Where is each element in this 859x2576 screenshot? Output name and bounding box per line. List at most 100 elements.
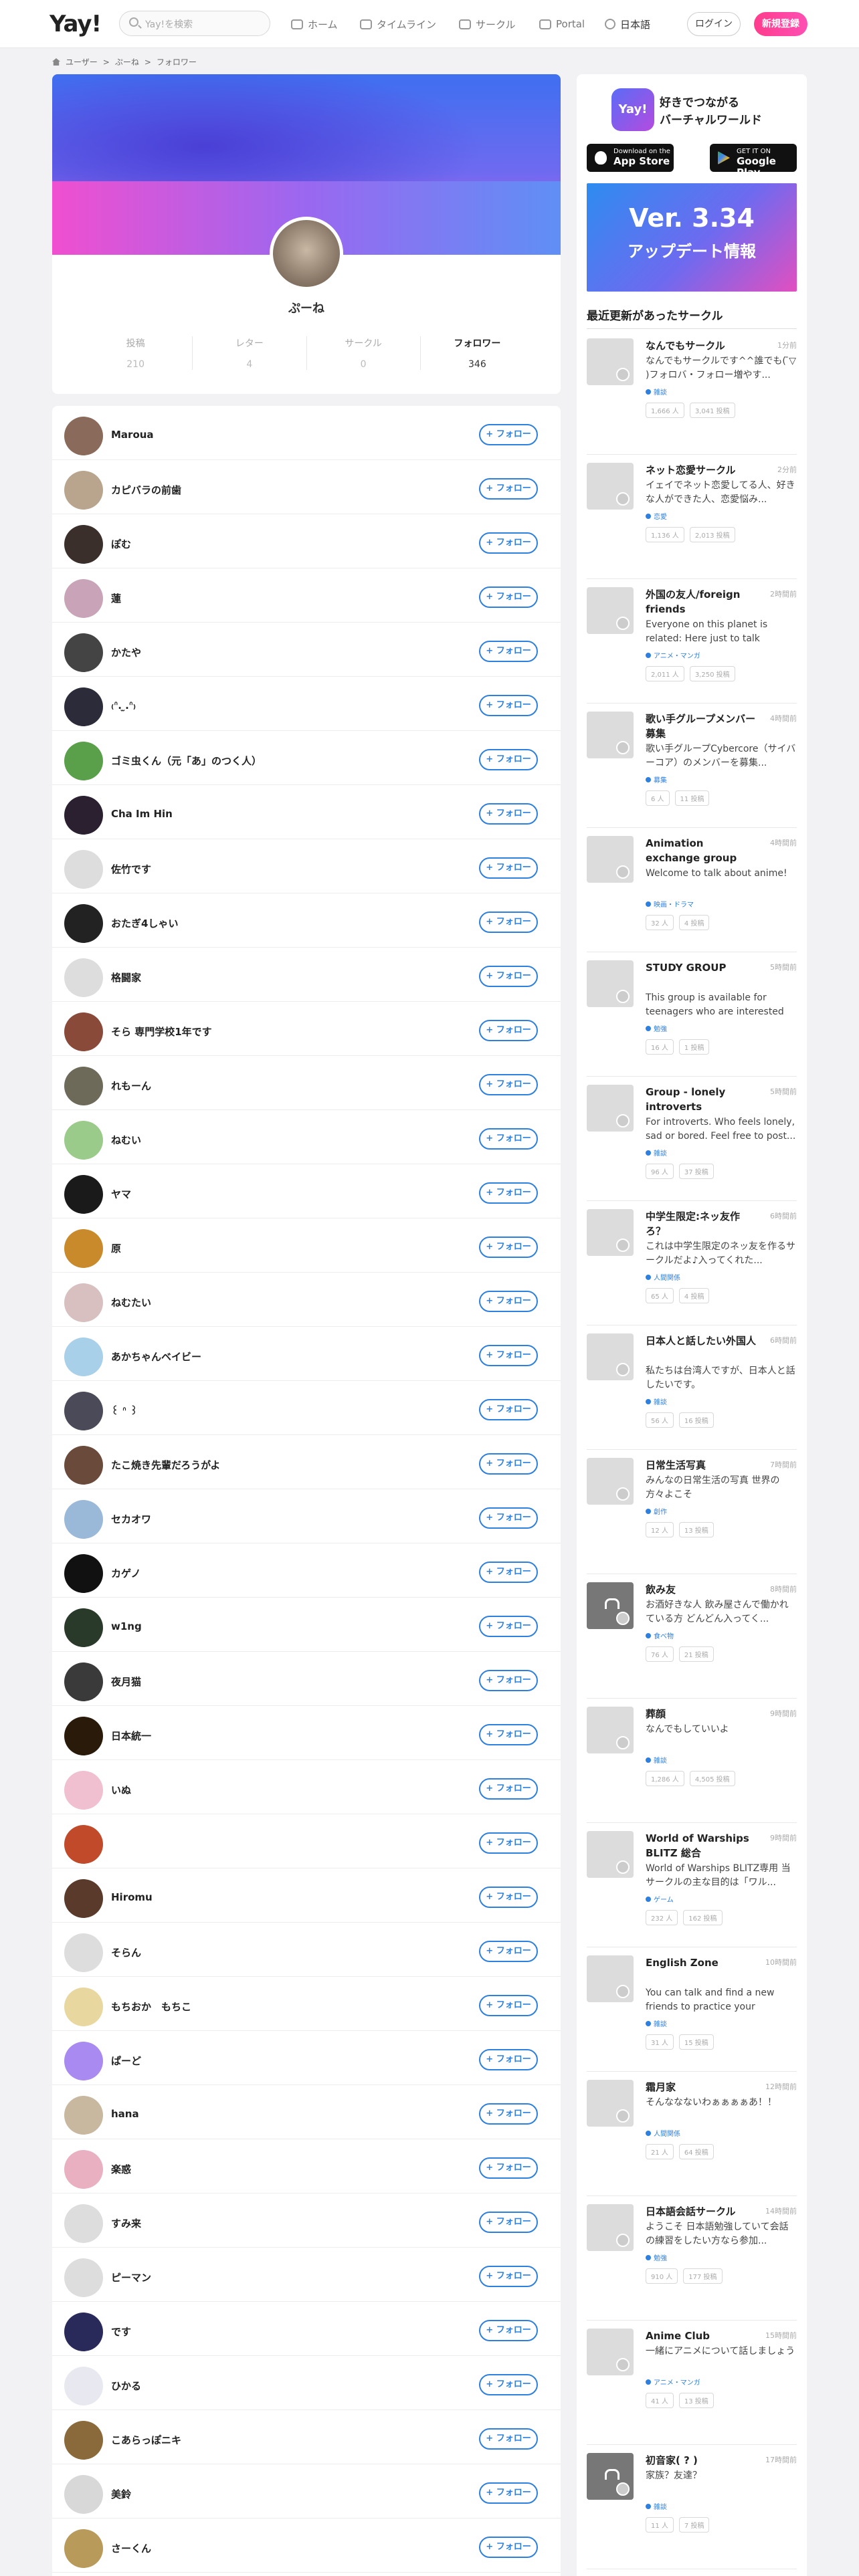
language-select[interactable]: 日本語 [605, 16, 650, 32]
follow-button[interactable]: + フォロー [479, 1453, 538, 1475]
follower-row[interactable]: そら 専門学校1年です + フォロー [52, 1002, 561, 1056]
follow-button[interactable]: + フォロー [479, 1670, 538, 1691]
google-play-button[interactable]: GET IT ON Google Play [710, 144, 797, 178]
follow-button[interactable]: + フォロー [479, 2537, 538, 2558]
follower-name[interactable]: 原 [111, 1241, 121, 1255]
circle-title[interactable]: 葬顔 [646, 1707, 758, 1721]
circle-thumbnail[interactable] [587, 587, 634, 634]
follower-row[interactable]: ひかる + フォロー [52, 2356, 561, 2410]
follower-name[interactable]: かたや [111, 645, 141, 659]
follow-button[interactable]: + フォロー [479, 478, 538, 500]
circle-card[interactable]: Animation exchange group 4時間前 Welcome to t… [587, 828, 797, 952]
follower-row[interactable]: 夜月猫 + フォロー [52, 1652, 561, 1706]
circle-card[interactable]: 外国の友人/foreign friends 2時間前 Everyone on thi… [587, 579, 797, 704]
avatar[interactable] [64, 1879, 103, 1918]
follower-row[interactable]: ピーマン + フォロー [52, 2248, 561, 2302]
circle-title[interactable]: 初音家( ? ) [646, 2453, 758, 2468]
follow-button[interactable]: + フォロー [479, 424, 538, 445]
follower-name[interactable]: ピーマン [111, 2270, 151, 2284]
circle-thumbnail[interactable] [587, 1582, 634, 1629]
circle-title[interactable]: World of Warships BLITZ 総合 [646, 1831, 758, 1860]
follow-button[interactable]: + フォロー [479, 695, 538, 716]
circle-card[interactable]: Anime Club 15時間前 一緒にアニメについて話しましょう アニメ・マンガ 41… [587, 2321, 797, 2445]
avatar[interactable] [64, 2475, 103, 2514]
profile-avatar[interactable] [270, 217, 343, 290]
register-button[interactable]: 新規登録 [754, 12, 807, 36]
follower-name[interactable]: そらん [111, 1945, 141, 1959]
circle-title[interactable]: Group - lonely introverts [646, 1085, 758, 1114]
follower-name[interactable]: ぱーど [111, 2054, 141, 2068]
follower-name[interactable]: 蓮 [111, 591, 121, 605]
follow-button[interactable]: + フォロー [479, 2482, 538, 2504]
follower-row[interactable]: 原 + フォロー [52, 1218, 561, 1273]
avatar[interactable] [64, 1067, 103, 1105]
circle-title[interactable]: Animation exchange group [646, 836, 758, 865]
stat-circles[interactable]: サークル 0 [307, 336, 421, 370]
follower-row[interactable]: たこ焼き先輩だろうがよ + フォロー [52, 1435, 561, 1489]
avatar[interactable] [64, 1988, 103, 2026]
follower-name[interactable]: w1ng [111, 1620, 142, 1632]
follow-button[interactable]: + フォロー [479, 803, 538, 825]
circle-card[interactable]: 霜月家 12時間前 そんななないわぁぁぁぁあ！！ 人間関係 21 人 64 投稿 [587, 2072, 797, 2196]
avatar[interactable] [64, 1825, 103, 1864]
follow-button[interactable]: + フォロー [479, 532, 538, 554]
follower-name[interactable]: そら 専門学校1年です [111, 1025, 212, 1039]
avatar[interactable] [64, 2150, 103, 2189]
follow-button[interactable]: + フォロー [479, 1887, 538, 1908]
follower-row[interactable]: あかちゃんベイビー + フォロー [52, 1327, 561, 1381]
circle-thumbnail[interactable] [587, 338, 634, 385]
circle-card[interactable]: 日本語会話サークル 14時間前 ようこそ 日本語勉強していて会話の練習をしたい方なら… [587, 2196, 797, 2321]
circle-thumbnail[interactable] [587, 1333, 634, 1380]
follow-button[interactable]: + フォロー [479, 2103, 538, 2125]
nav-timeline[interactable]: タイムライン [360, 16, 436, 32]
circle-thumbnail[interactable] [587, 836, 634, 883]
follower-name[interactable]: ヤマ [111, 1187, 131, 1201]
follower-row[interactable]: です + フォロー [52, 2302, 561, 2356]
circle-card[interactable]: 飲み友 8時間前 お酒好きな人 飲み屋さんで働かれている方 どんどん入ってく... 食… [587, 1574, 797, 1699]
circle-thumbnail[interactable] [587, 1707, 634, 1753]
circle-card[interactable]: ネット恋愛サークル 2分前 イェイでネット恋愛してる人、好きな人ができた人、恋愛悩み… [587, 455, 797, 579]
avatar[interactable] [64, 1392, 103, 1430]
follower-row[interactable]: 佐竹です + フォロー [52, 839, 561, 893]
avatar[interactable] [64, 958, 103, 997]
circle-card[interactable]: 初音家( ? ) 17時間前 家族？友達？ 雑談 11 人7 投稿 [587, 2445, 797, 2569]
follower-row[interactable]: そらん + フォロー [52, 1923, 561, 1977]
avatar[interactable] [64, 2421, 103, 2460]
avatar[interactable] [64, 1933, 103, 1972]
follower-row[interactable]: 格闘家 + フォロー [52, 948, 561, 1002]
avatar[interactable] [64, 2367, 103, 2405]
follow-button[interactable]: + フォロー [479, 641, 538, 662]
circle-card[interactable]: STUDY GROUP 5時間前 This group is available f… [587, 952, 797, 1077]
follower-name[interactable]: 佐竹です [111, 862, 151, 876]
stat-letters[interactable]: レター 4 [193, 336, 307, 370]
follower-row[interactable]: 日本統一 + フォロー [52, 1706, 561, 1760]
follower-row[interactable]: セカオワ + フォロー [52, 1489, 561, 1543]
follower-row[interactable]: ぽむ + フォロー [52, 514, 561, 568]
follower-name[interactable]: さーくん [111, 2541, 151, 2555]
follower-name[interactable]: いぬ [111, 1783, 131, 1797]
follow-button[interactable]: + フォロー [479, 2212, 538, 2233]
follower-row[interactable]: さーくん + フォロー [52, 2518, 561, 2573]
follow-button[interactable]: + フォロー [479, 1182, 538, 1204]
follower-name[interactable]: ひかる [111, 2379, 141, 2393]
avatar[interactable] [64, 1554, 103, 1593]
search-input[interactable]: Yay!を検索 [119, 11, 270, 36]
avatar[interactable] [64, 2042, 103, 2080]
follower-name[interactable]: ねむたい [111, 1295, 151, 1309]
circle-card[interactable]: English Zone 10時間前 You can talk and find a… [587, 1947, 797, 2072]
follow-button[interactable]: + フォロー [479, 2428, 538, 2450]
follower-name[interactable]: hana [111, 2108, 139, 2120]
follower-row[interactable]: れもーん + フォロー [52, 1056, 561, 1110]
circle-title[interactable]: ネット恋愛サークル [646, 463, 758, 477]
follower-name[interactable]: ₍ᐢ. ̫.ᐢ₎ [111, 700, 136, 712]
circle-title[interactable]: 日本人と話したい外国人 [646, 1333, 758, 1348]
circle-card[interactable]: 中学生限定:ネッ友作ろ？ 6時間前 これは中学生限定のネッ友を作るサークルだよ♪入っ… [587, 1201, 797, 1325]
avatar[interactable] [64, 687, 103, 726]
avatar[interactable] [64, 1717, 103, 1755]
avatar[interactable] [64, 579, 103, 618]
follow-button[interactable]: + フォロー [479, 749, 538, 770]
follow-button[interactable]: + フォロー [479, 1616, 538, 1637]
follow-button[interactable]: + フォロー [479, 1724, 538, 1745]
follower-row[interactable]: ゴミ虫くん（元「あ」のつく人） + フォロー [52, 731, 561, 785]
circle-thumbnail[interactable] [587, 960, 634, 1007]
